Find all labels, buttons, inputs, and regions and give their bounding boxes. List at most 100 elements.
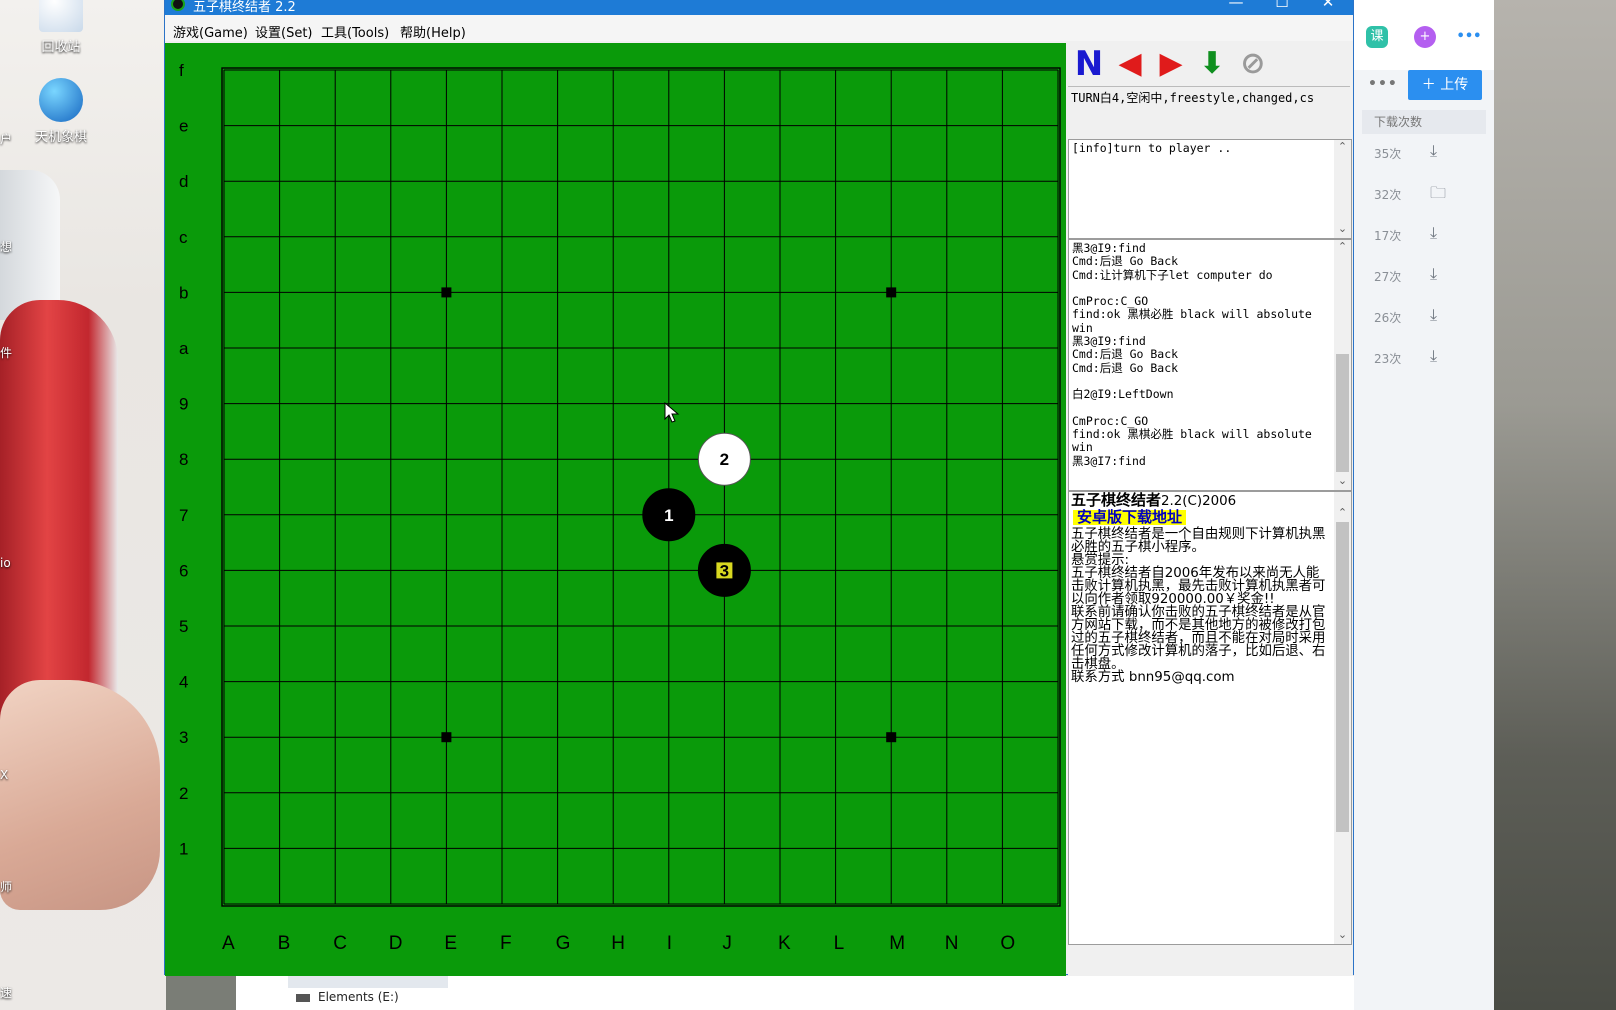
row-label: 9 (179, 395, 188, 414)
column-label: O (1000, 933, 1015, 954)
log-line: CmProc:C_GO (1072, 413, 1149, 428)
title-bar[interactable]: 五子棋终结者 2.2 — ☐ ✕ (165, 0, 1353, 15)
course-icon[interactable]: 课 (1366, 26, 1388, 48)
download-icon[interactable]: ⤓ (1430, 305, 1437, 325)
computer-move-button[interactable]: ⬇ (1195, 47, 1229, 81)
back-button[interactable]: ◀ (1113, 47, 1147, 81)
mouse-cursor-icon (664, 402, 680, 423)
stone-number: 3 (720, 561, 729, 580)
board-grid[interactable]: f e d c b a 9 8 7 6 5 4 3 2 1 A B C D E F G H I J K L M N O 1 2 3 (165, 43, 1066, 976)
column-label: M (889, 933, 905, 954)
folder-icon[interactable]: 🗀 (1430, 182, 1446, 209)
command-log-text: 黑3@I9:find Cmd:后退 Go Back Cmd:让计算机下子let co… (1069, 240, 1351, 470)
forward-button[interactable]: ▶ (1154, 47, 1188, 81)
download-icon[interactable]: ⤓ (1430, 346, 1437, 366)
star-point (886, 732, 897, 743)
client-toolbar: 课 + ••• (1354, 0, 1494, 70)
more-options-icon[interactable]: ••• (1368, 76, 1398, 92)
explorer-selected-row[interactable] (288, 976, 448, 988)
scroll-up-icon[interactable]: ⌃ (1334, 140, 1351, 156)
row-label: 3 (179, 728, 188, 747)
minimize-button[interactable]: — (1213, 0, 1259, 15)
desktop-edge-label: io (0, 556, 11, 570)
column-label: H (611, 933, 625, 954)
column-label: F (500, 933, 512, 954)
row-label: 5 (179, 617, 188, 636)
menu-set[interactable]: 设置(Set) (255, 22, 313, 41)
upload-label: 上传 (1440, 77, 1469, 93)
new-game-button[interactable]: N (1072, 47, 1106, 81)
desktop-edge-label: X (0, 768, 9, 782)
desktop-edge-label: 户 (0, 132, 13, 146)
download-icon[interactable]: ⤓ (1430, 264, 1437, 284)
log-line: Cmd:后退 Go Back (1072, 347, 1179, 362)
about-panel[interactable]: 五子棋终结者2.2(C)2006 安卓版下载地址 五子棋终结者是一个自由规则下计… (1068, 491, 1352, 945)
android-download-link[interactable]: 安卓版下载地址 (1073, 510, 1187, 525)
scroll-up-icon[interactable]: ⌃ (1334, 506, 1351, 522)
plus-icon[interactable]: + (1414, 26, 1436, 48)
download-icon[interactable]: ⤓ (1430, 223, 1437, 243)
log-line: CmProc:C_GO (1072, 294, 1149, 309)
log-line: 白2@I9:LeftDown (1072, 387, 1174, 402)
desktop-edge-label: 件 (0, 346, 13, 360)
info-log-scrollbar[interactable]: ⌃ ⌄ (1334, 140, 1351, 238)
row-label: 1 (179, 839, 188, 858)
maximize-button[interactable]: ☐ (1259, 0, 1305, 15)
row-label: 8 (179, 450, 188, 469)
about-paragraph: 联系方式 bnn95@qq.com (1071, 670, 1235, 685)
about-scrollbar[interactable]: ⌃ ⌄ (1334, 492, 1351, 944)
scroll-down-icon[interactable]: ⌄ (1334, 928, 1351, 944)
row-label: b (179, 283, 188, 302)
status-text: TURN白4,空闲中,freestyle,changed,cs (1068, 86, 1350, 136)
upload-button[interactable]: ＋ 上传 (1408, 70, 1482, 100)
recycle-bin-desktop-icon[interactable]: 回收站 (24, 0, 98, 55)
command-log-scrollbar[interactable]: ⌃ ⌄ (1334, 240, 1351, 490)
about-title: 五子棋终结者 (1071, 491, 1162, 509)
drive-item-label[interactable]: Elements (E:) (318, 990, 399, 1004)
command-log-panel[interactable]: 黑3@I9:find Cmd:后退 Go Back Cmd:让计算机下子let co… (1068, 239, 1352, 491)
menu-help[interactable]: 帮助(Help) (400, 22, 466, 41)
row-label: c (179, 228, 188, 247)
column-label: E (444, 933, 457, 954)
scroll-thumb[interactable] (1336, 354, 1349, 472)
download-count: 35次 (1374, 147, 1402, 161)
scroll-down-icon[interactable]: ⌄ (1334, 222, 1351, 238)
cloud-client-panel: 课 + ••• ••• ＋ 上传 下载次数 35次 ⤓ 32次 🗀 17次 ⤓ 27次 ⤓ 26… (1354, 0, 1494, 1010)
log-line: find:ok 黑棋必胜 black will absolute (1072, 427, 1312, 442)
column-label: J (722, 933, 732, 954)
download-count: 23次 (1374, 352, 1402, 366)
gomoku-window: 五子棋终结者 2.2 — ☐ ✕ 游戏(Game) 设置(Set) 工具(Too… (164, 0, 1354, 976)
row-label: e (179, 117, 188, 136)
info-log-text: [info]turn to player .. (1072, 141, 1232, 155)
about-heading: 五子棋终结者2.2(C)2006 (1071, 491, 1331, 509)
desktop-background-left (0, 0, 166, 1010)
menu-tools[interactable]: 工具(Tools) (321, 22, 389, 41)
menu-game[interactable]: 游戏(Game) (173, 22, 248, 41)
game-board[interactable]: f e d c b a 9 8 7 6 5 4 3 2 1 A B C D E F G H I J K L M N O 1 2 3 (165, 43, 1066, 976)
column-label: G (556, 933, 571, 954)
app-icon (171, 0, 185, 11)
log-line: Cmd:后退 Go Back (1072, 360, 1179, 375)
scroll-up-icon[interactable]: ⌃ (1334, 240, 1351, 256)
download-count: 26次 (1374, 311, 1402, 325)
more-icon[interactable]: ••• (1454, 26, 1484, 48)
stop-button[interactable]: ⊘ (1236, 47, 1270, 81)
info-log-panel[interactable]: [info]turn to player .. ⌃ ⌄ (1068, 139, 1352, 239)
log-line: 黑3@I7:find (1072, 453, 1146, 468)
star-point (441, 732, 452, 743)
close-button[interactable]: ✕ (1305, 0, 1351, 15)
column-label: K (778, 933, 791, 954)
file-explorer-strip: Elements (E:) (236, 975, 1354, 1010)
download-icon[interactable]: ⤓ (1430, 141, 1437, 161)
about-paragraphs: 五子棋终结者是一个自由规则下计算机执黑必胜的五子棋小程序。 悬赏提示: 五子棋终结者… (1071, 528, 1331, 684)
log-line: find:ok 黑棋必胜 black will absolute (1072, 307, 1312, 322)
log-line: win (1072, 440, 1093, 455)
scroll-down-icon[interactable]: ⌄ (1334, 474, 1351, 490)
scroll-thumb[interactable] (1336, 522, 1349, 832)
tianji-chess-desktop-icon[interactable]: 天机象棋 (24, 78, 98, 145)
window-title: 五子棋终结者 2.2 (193, 0, 296, 15)
column-label: C (333, 933, 347, 954)
star-point (886, 287, 897, 298)
